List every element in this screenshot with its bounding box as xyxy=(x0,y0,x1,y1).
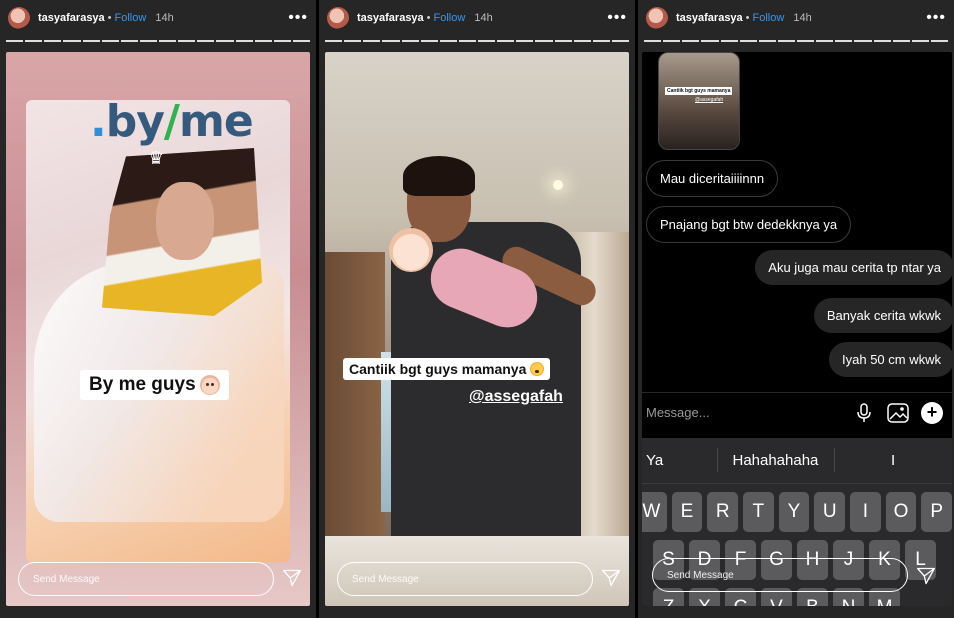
story-progress xyxy=(644,40,948,42)
key[interactable]: E xyxy=(671,492,703,532)
story-header: tasyafarasya • Follow 14h ••• xyxy=(638,0,954,36)
send-message-input[interactable]: Send Message xyxy=(652,558,908,592)
avatar[interactable] xyxy=(327,7,349,29)
key[interactable]: R xyxy=(707,492,739,532)
suggestion-item[interactable]: Ya xyxy=(642,452,717,469)
timestamp: 14h xyxy=(474,12,493,24)
key[interactable]: P xyxy=(921,492,952,532)
message-bubble-in: Mau diceritaiiiinnn xyxy=(646,160,779,197)
plus-icon[interactable]: + xyxy=(920,401,944,425)
suggestion-item[interactable]: Hahahahaha xyxy=(716,448,835,472)
portrait-face xyxy=(156,182,214,260)
story-panel-2: tasyafarasya • Follow 14h ••• Cantiik bg… xyxy=(319,0,635,618)
story-caption: Cantiik bgt guys mamanya xyxy=(343,358,551,380)
key[interactable]: W xyxy=(642,492,667,532)
key[interactable]: U xyxy=(814,492,846,532)
separator-dot: • xyxy=(745,12,750,24)
baby-emoji-icon xyxy=(389,228,433,272)
crown-icon: ♛ xyxy=(148,148,165,168)
message-composer: + xyxy=(642,392,952,432)
pleading-emoji-icon xyxy=(530,362,545,376)
send-icon[interactable] xyxy=(601,568,621,588)
suggestion-bar: Ya Hahahahaha I xyxy=(642,438,952,484)
message-bubble-in: Pnajang bgt btw dedekknya ya xyxy=(646,206,852,243)
follow-link[interactable]: Follow xyxy=(434,12,466,24)
mention-tag[interactable]: @assegafah xyxy=(469,388,563,406)
username[interactable]: tasyafarasya xyxy=(676,12,743,24)
follow-link[interactable]: Follow xyxy=(753,12,785,24)
more-icon[interactable]: ••• xyxy=(288,10,308,26)
username[interactable]: tasyafarasya xyxy=(38,12,105,24)
keyboard-row-1: W E R T Y U I O P xyxy=(642,492,952,532)
microphone-icon[interactable] xyxy=(852,401,876,425)
story-progress xyxy=(325,40,629,42)
ceiling-lamp xyxy=(553,180,563,190)
shared-story-thumbnail[interactable]: Cantiik bgt guys mamanya @assegafah xyxy=(658,52,740,150)
message-bubble-out: Aku juga mau cerita tp ntar ya xyxy=(755,250,952,285)
person-hair xyxy=(403,156,475,196)
avatar[interactable] xyxy=(8,7,30,29)
send-icon[interactable] xyxy=(282,568,302,588)
suggestion-item[interactable]: I xyxy=(834,448,952,472)
key[interactable]: I xyxy=(850,492,881,532)
separator-dot: • xyxy=(107,12,112,24)
story-header: tasyafarasya • Follow 14h ••• xyxy=(319,0,635,36)
dm-screenshot[interactable]: Cantiik bgt guys mamanya @assegafah Mau … xyxy=(642,52,952,606)
wood-shelf xyxy=(325,252,385,552)
timestamp: 14h xyxy=(793,12,812,24)
story-media[interactable]: ♛ .by/me By me guys xyxy=(6,52,310,606)
message-bubble-out: Banyak cerita wkwk xyxy=(813,298,952,333)
story-panel-1: tasyafarasya • Follow 14h ••• ♛ .by/me B… xyxy=(0,0,316,618)
story-progress xyxy=(6,40,310,42)
separator-dot: • xyxy=(426,12,431,24)
username[interactable]: tasyafarasya xyxy=(357,12,424,24)
message-input[interactable] xyxy=(646,405,842,420)
send-icon[interactable] xyxy=(916,566,936,586)
story-media[interactable]: Cantiik bgt guys mamanya @assegafah xyxy=(325,52,629,606)
key[interactable]: Y xyxy=(778,492,810,532)
story-header: tasyafarasya • Follow 14h ••• xyxy=(0,0,316,36)
send-message-input[interactable]: Send Message xyxy=(337,562,593,596)
gallery-icon[interactable] xyxy=(886,401,910,425)
thumbnail-caption: Cantiik bgt guys mamanya xyxy=(665,87,733,95)
follow-link[interactable]: Follow xyxy=(115,12,147,24)
key[interactable]: T xyxy=(743,492,774,532)
story-caption: By me guys xyxy=(80,370,229,400)
message-bubble-out: Iyah 50 cm wkwk xyxy=(829,342,952,377)
more-icon[interactable]: ••• xyxy=(926,10,946,26)
more-icon[interactable]: ••• xyxy=(607,10,627,26)
key[interactable]: O xyxy=(885,492,917,532)
send-message-input[interactable]: Send Message xyxy=(18,562,274,596)
thumbnail-mention: @assegafah xyxy=(695,97,724,103)
baby-emoji-icon xyxy=(199,375,220,395)
avatar[interactable] xyxy=(646,7,668,29)
timestamp: 14h xyxy=(155,12,174,24)
byme-logo: .by/me xyxy=(90,96,254,147)
story-panel-3: tasyafarasya • Follow 14h ••• Cantiik bg… xyxy=(638,0,954,618)
